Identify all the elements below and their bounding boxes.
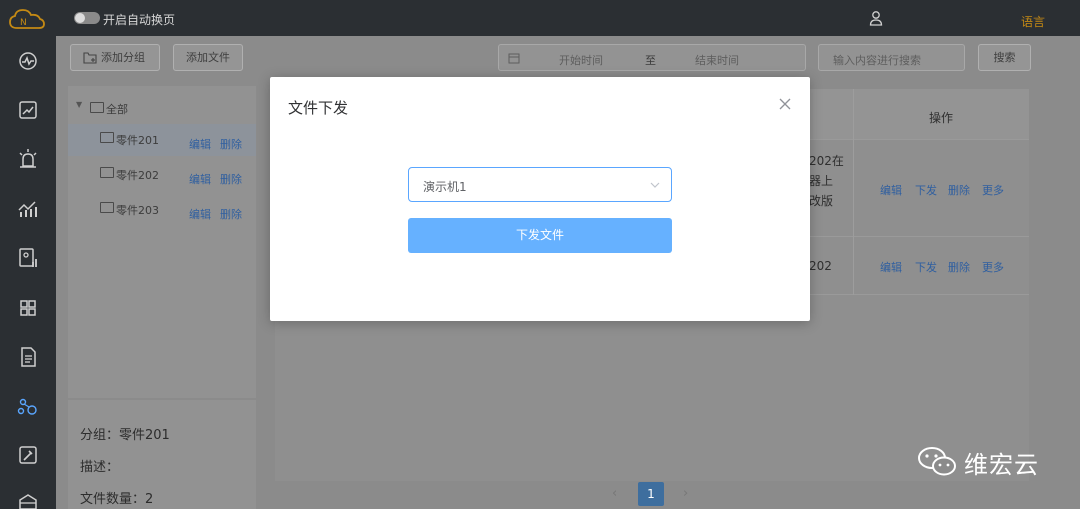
user-icon[interactable] <box>868 10 884 26</box>
search-input[interactable]: 输入内容进行搜索 <box>818 44 965 71</box>
dispatch-file-button[interactable]: 下发文件 <box>408 218 672 253</box>
edit-link[interactable]: 编辑 <box>189 206 211 222</box>
tree-root-label: 全部 <box>106 103 128 116</box>
apps-icon[interactable] <box>16 296 40 320</box>
delete-link[interactable]: 删除 <box>220 136 242 152</box>
page-number-current[interactable]: 1 <box>638 482 664 506</box>
edit-link[interactable]: 编辑 <box>189 136 211 152</box>
date-range-picker[interactable]: 开始时间 至 结束时间 <box>498 44 806 71</box>
folder-icon <box>100 167 114 178</box>
end-time-input[interactable]: 结束时间 <box>695 52 739 68</box>
delete-link[interactable]: 删除 <box>220 171 242 187</box>
file-count: 文件数量：2 <box>80 492 154 507</box>
cloud-logo-icon: N <box>9 9 45 29</box>
top-bar: N 开启自动换页 语言 <box>0 0 1080 36</box>
report-icon[interactable] <box>16 246 40 270</box>
tools-icon[interactable] <box>16 443 40 467</box>
watermark: 维宏云 <box>916 441 1056 481</box>
close-icon[interactable] <box>778 97 792 111</box>
auto-page-toggle[interactable] <box>74 12 100 24</box>
more-link[interactable]: 更多 <box>982 259 1004 275</box>
delete-link[interactable]: 删除 <box>220 206 242 222</box>
send-link[interactable]: 下发 <box>915 259 937 275</box>
send-link[interactable]: 下发 <box>915 182 937 198</box>
svg-text:N: N <box>20 18 27 28</box>
more-link[interactable]: 更多 <box>982 182 1004 198</box>
monitor-icon[interactable] <box>16 49 40 73</box>
watermark-text: 维宏云 <box>964 451 1039 479</box>
delete-link[interactable]: 删除 <box>948 259 970 275</box>
chevron-down-icon <box>650 182 660 188</box>
wechat-icon <box>918 447 956 476</box>
start-time-input[interactable]: 开始时间 <box>559 52 603 68</box>
tree-item-label: 零件201 <box>116 134 159 147</box>
trend-icon[interactable] <box>16 98 40 122</box>
next-page-button[interactable]: › <box>683 486 688 501</box>
group-name: 分组：零件201 <box>80 428 170 443</box>
add-group-button[interactable]: 添加分组 <box>70 44 160 71</box>
file-description: 器上 <box>809 174 834 188</box>
document-icon[interactable] <box>16 345 40 369</box>
edit-link[interactable]: 编辑 <box>880 259 902 275</box>
group-info: 分组：零件201 描述： 文件数量：2 <box>68 400 256 509</box>
add-file-button[interactable]: 添加文件 <box>173 44 243 71</box>
file-dispatch-dialog: 文件下发 演示机1 下发文件 <box>270 77 810 321</box>
prev-page-button[interactable]: ‹ <box>612 486 617 501</box>
tree-item-label: 零件203 <box>116 204 159 217</box>
folder-icon <box>100 132 114 143</box>
calendar-icon <box>508 53 520 64</box>
statistics-icon[interactable] <box>16 197 40 221</box>
tree-item[interactable]: 零件202 编辑 删除 <box>68 159 256 191</box>
file-description: 改版 <box>809 194 834 208</box>
caret-down-icon[interactable]: ▼ <box>76 100 82 109</box>
ops-column-header: 操作 <box>929 111 954 125</box>
device-select-value: 演示机1 <box>423 180 467 194</box>
tree-item[interactable]: 零件203 编辑 删除 <box>68 194 256 226</box>
file-description: 202 <box>809 259 832 273</box>
language-switch[interactable]: 语言 <box>1021 13 1045 30</box>
edit-link[interactable]: 编辑 <box>189 171 211 187</box>
device-select[interactable]: 演示机1 <box>408 167 672 202</box>
folder-icon <box>90 102 104 113</box>
range-separator: 至 <box>645 54 656 67</box>
alarm-icon[interactable] <box>16 147 40 171</box>
delete-link[interactable]: 删除 <box>948 182 970 198</box>
dialog-title: 文件下发 <box>288 99 349 117</box>
add-folder-icon <box>83 52 97 64</box>
icon-sidebar <box>0 36 56 509</box>
tree-root[interactable]: ▼ 全部 <box>68 92 256 124</box>
file-description: 202在 <box>809 154 844 168</box>
group-tree: ▼ 全部 零件201 编辑 删除 零件202 编辑 删除 零件203 编辑 删除 <box>68 86 256 398</box>
group-description: 描述： <box>80 460 120 475</box>
search-button[interactable]: 搜索 <box>978 44 1031 71</box>
add-group-label: 添加分组 <box>101 51 145 64</box>
edit-link[interactable]: 编辑 <box>880 182 902 198</box>
tree-item-label: 零件202 <box>116 169 159 182</box>
package-icon[interactable] <box>16 491 40 509</box>
tree-item[interactable]: 零件201 编辑 删除 <box>68 124 256 156</box>
network-icon[interactable] <box>16 394 40 418</box>
auto-page-label: 开启自动换页 <box>103 13 176 27</box>
folder-icon <box>100 202 114 213</box>
